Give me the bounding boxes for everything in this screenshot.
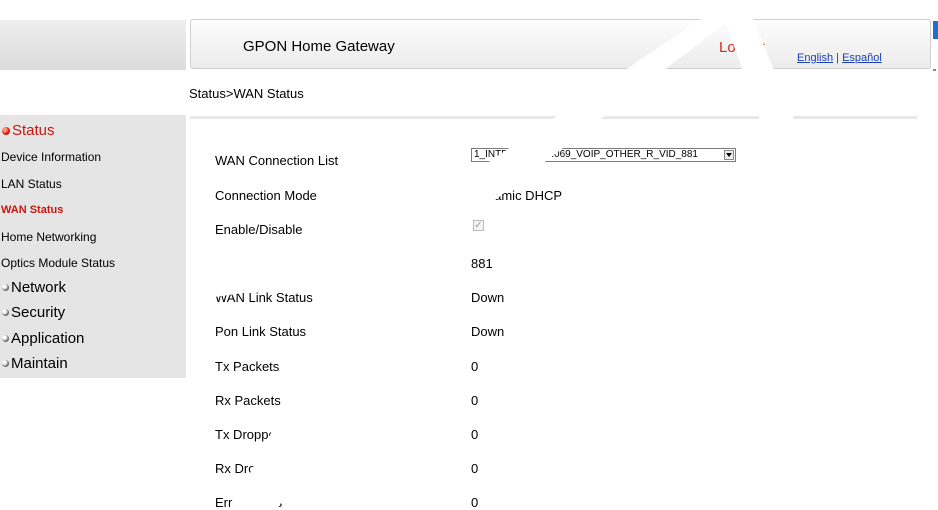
vlan-label: VLAN xyxy=(215,256,249,271)
lang-spanish-link[interactable]: Español xyxy=(842,52,882,64)
chevron-down-icon[interactable] xyxy=(724,150,734,160)
watermark-stroke-c xyxy=(340,258,408,300)
wan-connection-list-label: WAN Connection List xyxy=(215,153,339,168)
tx-dropped-label: Tx Dropped xyxy=(215,427,283,442)
enable-disable-label: Enable/Disable xyxy=(215,222,303,237)
nav-network-label: Network xyxy=(11,279,67,296)
rx-packets-label: Rx Packets xyxy=(215,393,281,408)
nav-application[interactable]: Application xyxy=(0,330,84,347)
language-switcher: English | Español xyxy=(797,52,882,64)
nav-status-label: Status xyxy=(12,122,55,139)
nav-security[interactable]: Security xyxy=(0,304,65,321)
lang-english-link[interactable]: English xyxy=(797,52,833,64)
enable-checkbox[interactable]: ✓ xyxy=(473,220,484,231)
bullet-icon xyxy=(2,335,9,342)
nav-status[interactable]: Status xyxy=(0,122,55,139)
pon-link-status-label: Pon Link Status xyxy=(215,324,307,339)
tx-packets-value: 0 xyxy=(471,359,479,374)
connection-mode-value: Dynamic DHCP xyxy=(471,188,563,203)
wan-link-status-value: Down xyxy=(471,290,505,305)
nav-maintain[interactable]: Maintain xyxy=(0,355,68,372)
rx-packets-value: 0 xyxy=(471,393,479,408)
nav-lan-status[interactable]: LAN Status xyxy=(1,177,62,191)
connection-mode-label: Connection Mode xyxy=(215,188,317,203)
header-bar: GPON Home Gateway Logout English | Españ… xyxy=(190,19,931,69)
edge-dot xyxy=(933,69,936,71)
nav-maintain-label: Maintain xyxy=(11,355,68,372)
edge-marker xyxy=(933,21,938,39)
lang-separator: | xyxy=(836,52,839,64)
bullet-icon xyxy=(2,360,9,367)
nav-home-networking[interactable]: Home Networking xyxy=(1,230,96,244)
divider xyxy=(190,116,917,119)
tx-packets-label: Tx Packets xyxy=(215,359,280,374)
bullet-icon xyxy=(2,126,10,135)
tx-dropped-value: 0 xyxy=(471,427,479,442)
nav-device-information[interactable]: Device Information xyxy=(1,150,101,164)
watermark-stroke-d xyxy=(362,214,428,289)
logo-area xyxy=(0,20,186,70)
bullet-icon xyxy=(2,309,9,316)
watermark-stroke-g xyxy=(380,430,440,508)
rx-dropped-label: Rx Dropped xyxy=(215,461,285,476)
nav-optics-module-status[interactable]: Optics Module Status xyxy=(1,256,115,270)
nav-application-label: Application xyxy=(11,330,85,347)
bullet-icon xyxy=(2,284,9,291)
wan-link-status-label: WAN Link Status xyxy=(215,290,313,305)
app-title: GPON Home Gateway xyxy=(243,38,395,55)
nav-security-label: Security xyxy=(11,304,66,321)
logout-link[interactable]: Logout xyxy=(719,39,765,56)
nav-wan-status[interactable]: WAN Status xyxy=(1,204,63,216)
breadcrumb: Status>WAN Status xyxy=(189,86,304,101)
sidebar: Status Device Information LAN Status WAN… xyxy=(0,115,186,378)
vlan-value: 881 xyxy=(471,256,493,271)
wan-connection-select[interactable]: 1_INTERNET_TR069_VOIP_OTHER_R_VID_881 xyxy=(471,148,736,162)
pon-link-status-value: Down xyxy=(471,324,505,339)
rx-dropped-value: 0 xyxy=(471,461,479,476)
nav-network[interactable]: Network xyxy=(0,279,66,296)
wan-connection-select-value: 1_INTERNET_TR069_VOIP_OTHER_R_VID_881 xyxy=(474,149,698,160)
